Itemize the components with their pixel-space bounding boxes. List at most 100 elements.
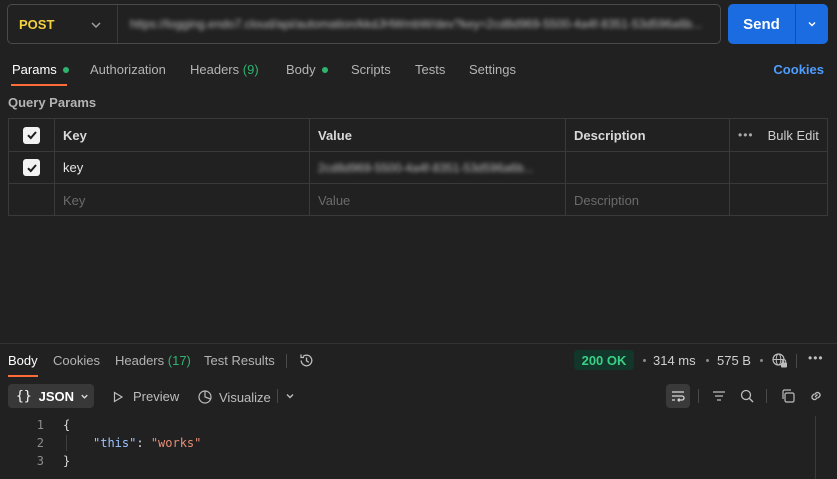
meta-dot: [706, 359, 709, 362]
wrap-lines-button[interactable]: [666, 384, 690, 408]
tab-scripts[interactable]: Scripts: [351, 62, 391, 77]
headers-count: (9): [242, 62, 259, 77]
send-button[interactable]: Send: [728, 4, 828, 44]
status-dot-icon: [321, 66, 328, 73]
table-row: key 2cd8d969-5500-4a4f-8351-53d596a6b...: [9, 152, 827, 184]
tab-test-results[interactable]: Test Results: [204, 353, 275, 368]
active-tab-underline: [8, 375, 38, 377]
toolbar-separator: [698, 389, 699, 403]
empty-actions-cell: [729, 184, 827, 216]
json-key: "this": [93, 436, 137, 450]
value-header: Value: [309, 119, 565, 151]
filter-icon: [713, 391, 725, 401]
scrollbar[interactable]: [815, 416, 816, 479]
bulk-edit-cell: ••• Bulk Edit: [729, 119, 827, 151]
line-number: 3: [36, 454, 44, 468]
cookies-link[interactable]: Cookies: [773, 62, 824, 77]
code-line-close: }: [63, 454, 71, 468]
toolbar-separator: [766, 389, 767, 403]
param-value-text: 2cd8d969-5500-4a4f-8351-53d596a6b...: [318, 160, 534, 175]
link-button[interactable]: [804, 384, 828, 408]
braces-icon: {}: [16, 388, 32, 404]
chevron-down-icon[interactable]: [284, 390, 296, 402]
line-number: 2: [36, 436, 44, 450]
empty-check-cell: [9, 184, 54, 216]
new-value-input[interactable]: Value: [309, 184, 565, 216]
row-check-cell: [9, 152, 54, 183]
tab-response-headers[interactable]: Headers (17): [115, 353, 191, 368]
code-line-open: {: [63, 418, 71, 432]
description-header: Description: [565, 119, 729, 151]
chevron-down-icon: [808, 22, 816, 27]
wrap-icon: [672, 391, 685, 402]
tab-params-label: Params: [12, 62, 57, 77]
visualize-label: Visualize: [219, 389, 271, 405]
meta-separator: [796, 354, 797, 368]
send-options-button[interactable]: [796, 4, 828, 44]
format-label: JSON: [38, 388, 75, 404]
preview-button[interactable]: Preview: [112, 389, 179, 404]
tab-body-label: Body: [286, 62, 316, 77]
more-horizontal-icon[interactable]: •••: [738, 128, 754, 142]
response-time[interactable]: 314 ms: [653, 353, 696, 368]
request-tabs: Params Authorization Headers (9) Body Sc…: [0, 56, 837, 86]
query-params-title: Query Params: [8, 95, 97, 110]
meta-dot: [643, 359, 646, 362]
key-header: Key: [54, 119, 309, 151]
response-size[interactable]: 575 B: [717, 353, 751, 368]
filter-button[interactable]: [707, 384, 731, 408]
url-input[interactable]: https://logging.endo7.cloud/api/automati…: [118, 17, 720, 31]
row-actions-cell: [729, 152, 827, 183]
tab-response-headers-label: Headers: [115, 353, 165, 368]
search-icon: [740, 389, 754, 403]
tabs-separator: [286, 354, 287, 368]
tab-headers-label: Headers: [190, 62, 240, 77]
tab-authorization[interactable]: Authorization: [90, 62, 166, 77]
play-icon: [113, 390, 124, 403]
more-icon[interactable]: •••: [808, 351, 824, 365]
link-icon: [811, 391, 821, 401]
table-row-empty: Key Value Description: [9, 184, 827, 216]
visualize-icon: [198, 390, 212, 404]
tab-headers[interactable]: Headers (9): [190, 62, 259, 77]
tab-settings[interactable]: Settings: [469, 62, 516, 77]
tab-body[interactable]: Body: [286, 62, 328, 77]
format-select[interactable]: {} JSON: [8, 384, 94, 408]
json-colon: :: [136, 436, 151, 450]
response-tabs: Body Cookies Headers (17) Test Results 2…: [0, 344, 837, 378]
chevron-down-icon: [91, 22, 101, 29]
method-label: POST: [19, 16, 55, 32]
param-key-input[interactable]: key: [54, 152, 309, 183]
visualize-button[interactable]: Visualize: [197, 389, 271, 405]
copy-button[interactable]: [776, 384, 800, 408]
toolbar-separator: [277, 389, 278, 403]
param-value-input[interactable]: 2cd8d969-5500-4a4f-8351-53d596a6b...: [309, 152, 565, 183]
new-description-input[interactable]: Description: [565, 184, 729, 216]
bulk-edit-button[interactable]: Bulk Edit: [768, 128, 819, 143]
select-all-checkbox[interactable]: [23, 126, 40, 144]
send-label: Send: [743, 15, 780, 33]
tab-params[interactable]: Params: [12, 62, 69, 77]
active-tab-underline: [11, 84, 67, 86]
table-header-row: Key Value Description ••• Bulk Edit: [9, 119, 827, 152]
param-description-input[interactable]: [565, 152, 729, 183]
row-checkbox[interactable]: [23, 159, 40, 176]
chevron-down-icon: [81, 394, 88, 399]
code-line-entry: "this": "works": [93, 436, 201, 450]
tab-response-cookies[interactable]: Cookies: [53, 353, 100, 368]
status-dot-icon: [62, 66, 69, 73]
globe-lock-icon[interactable]: [771, 352, 788, 369]
query-params-table: Key Value Description ••• Bulk Edit key …: [8, 118, 828, 216]
status-badge[interactable]: 200 OK: [574, 350, 634, 370]
method-select[interactable]: POST: [8, 5, 118, 43]
json-value: "works": [150, 436, 202, 450]
new-key-input[interactable]: Key: [54, 184, 309, 216]
line-number: 1: [36, 418, 44, 432]
meta-dot: [760, 359, 763, 362]
tab-tests[interactable]: Tests: [415, 62, 445, 77]
response-body-viewer[interactable]: 1 2 3 { "this": "works" }: [0, 416, 837, 479]
tab-response-body[interactable]: Body: [8, 353, 38, 368]
preview-label: Preview: [133, 389, 180, 404]
history-icon[interactable]: [298, 352, 315, 369]
search-button[interactable]: [735, 384, 759, 408]
